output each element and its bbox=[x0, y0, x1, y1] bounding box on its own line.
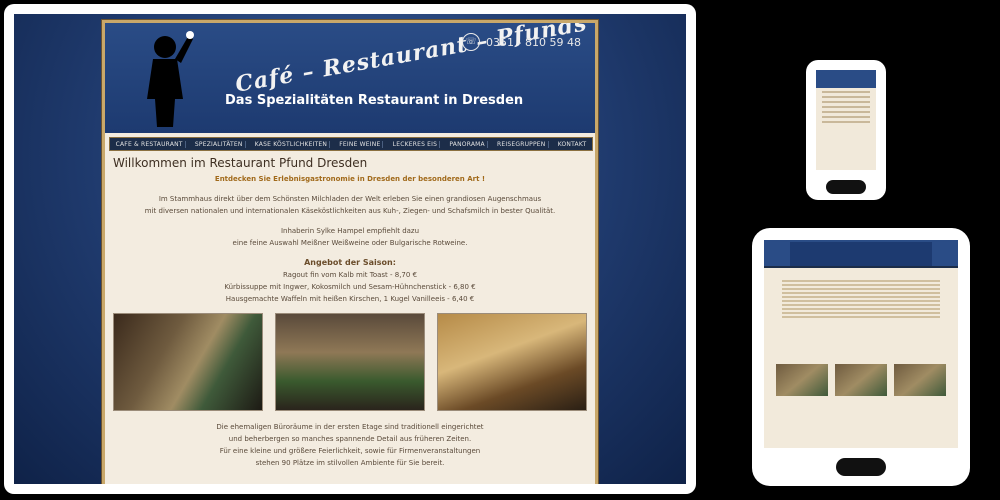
owner-line: eine feine Auswahl Meißner Weißweine ode… bbox=[232, 239, 468, 247]
tablet-text-line bbox=[782, 292, 940, 294]
mobile-text-line bbox=[822, 96, 870, 98]
phone-icon: ☏ bbox=[462, 33, 481, 51]
mobile-text-line bbox=[822, 101, 870, 103]
intro-line: Im Stammhaus direkt über dem Schönsten M… bbox=[158, 195, 542, 203]
season-item: Ragout fin vom Kalb mit Toast - 8,70 € bbox=[282, 271, 418, 279]
nav-item-reisegruppen[interactable]: REISEGRUPPEN bbox=[495, 140, 549, 148]
tablet-text-line bbox=[782, 296, 940, 298]
nav-item-eis[interactable]: LECKERES EIS bbox=[391, 140, 441, 148]
outro-line: Für eine kleine und größere Feierlichkei… bbox=[219, 447, 481, 455]
tablet-text-line bbox=[782, 288, 940, 290]
mobile-text-line bbox=[822, 121, 870, 123]
season-title: Angebot der Saison: bbox=[304, 258, 396, 267]
phone-contact[interactable]: ☏ 0351 - 810 59 48 bbox=[462, 33, 581, 51]
desktop-preview-frame: Café – Restaurant – Pfunds Das Spezialit… bbox=[4, 4, 696, 494]
season-offer: Angebot der Saison: Ragout fin vom Kalb … bbox=[113, 257, 587, 305]
mobile-screen bbox=[816, 70, 876, 170]
tablet-content bbox=[764, 268, 958, 448]
mobile-preview-frame bbox=[806, 60, 886, 200]
tablet-text-line bbox=[782, 304, 940, 306]
tablet-photo bbox=[835, 364, 887, 396]
owner-line: Inhaberin Sylke Hampel empfiehlt dazu bbox=[280, 227, 420, 235]
tablet-text-line bbox=[782, 312, 940, 314]
nav-item-kaese[interactable]: KASE KÖSTLICHKEITEN bbox=[253, 140, 331, 148]
tablet-photo bbox=[894, 364, 946, 396]
nav-item-spezialitaeten[interactable]: SPEZIALITÄTEN bbox=[193, 140, 246, 148]
mobile-header bbox=[816, 70, 876, 88]
nav-item-kontakt[interactable]: KONTAKT bbox=[556, 141, 589, 148]
tablet-text-line bbox=[782, 308, 940, 310]
season-item: Kürbissuppe mit Ingwer, Kokosmilch und S… bbox=[224, 283, 476, 291]
intro-text: Im Stammhaus direkt über dem Schönsten M… bbox=[113, 193, 587, 217]
outro-line: Die ehemaligen Büroräume in der ersten E… bbox=[216, 423, 484, 431]
outro-line: und beherbergen so manches spannende Det… bbox=[228, 435, 472, 443]
phone-number: 0351 - 810 59 48 bbox=[486, 35, 581, 49]
desktop-screen: Café – Restaurant – Pfunds Das Spezialit… bbox=[14, 14, 686, 484]
owner-text: Inhaberin Sylke Hampel empfiehlt dazu ei… bbox=[113, 225, 587, 249]
outro-line: stehen 90 Plätze im stilvollen Ambiente … bbox=[255, 459, 445, 467]
nav-item-weine[interactable]: FEINE WEINE bbox=[337, 140, 384, 148]
page-subtitle: Entdecken Sie Erlebnisgastronomie in Dre… bbox=[214, 175, 486, 183]
tablet-preview-frame bbox=[752, 228, 970, 486]
tablet-photo bbox=[776, 364, 828, 396]
mobile-text-line bbox=[822, 106, 870, 108]
intro-line: mit diversen nationalen und internationa… bbox=[144, 207, 556, 215]
waiter-silhouette-icon bbox=[147, 31, 194, 127]
mobile-text-line bbox=[822, 111, 870, 113]
restaurant-photo-3[interactable] bbox=[437, 313, 587, 411]
tablet-header bbox=[790, 242, 932, 266]
brand-logo-text: Café – Restaurant – Pfunds bbox=[233, 20, 590, 98]
tablet-text-line bbox=[782, 316, 940, 318]
season-item: Hausgemachte Waffeln mit heißen Kirschen… bbox=[225, 295, 475, 303]
nav-item-panorama[interactable]: PANORAMA bbox=[447, 140, 488, 148]
main-content: Willkommen im Restaurant Pfund Dresden E… bbox=[113, 157, 587, 477]
nav-item-cafe-restaurant[interactable]: CAFE & RESTAURANT bbox=[114, 140, 186, 148]
website: Café – Restaurant – Pfunds Das Spezialit… bbox=[102, 20, 598, 484]
tablet-text-line bbox=[782, 300, 940, 302]
page-title: Willkommen im Restaurant Pfund Dresden bbox=[113, 156, 368, 170]
tablet-photo-gallery bbox=[776, 364, 946, 396]
site-header: Café – Restaurant – Pfunds Das Spezialit… bbox=[105, 23, 595, 133]
tablet-text-line bbox=[782, 284, 940, 286]
photo-gallery bbox=[113, 313, 587, 411]
tablet-home-button bbox=[836, 458, 886, 476]
tablet-screen bbox=[764, 240, 958, 448]
restaurant-photo-1[interactable] bbox=[113, 313, 263, 411]
restaurant-photo-2[interactable] bbox=[275, 313, 425, 411]
outro-text: Die ehemaligen Büroräume in der ersten E… bbox=[113, 421, 587, 469]
mobile-text-line bbox=[822, 91, 870, 93]
mobile-home-button bbox=[826, 180, 866, 194]
tablet-text-line bbox=[782, 280, 940, 282]
main-navigation: CAFE & RESTAURANT SPEZIALITÄTEN KASE KÖS… bbox=[109, 137, 593, 151]
mobile-text-line bbox=[822, 116, 870, 118]
tagline: Das Spezialitäten Restaurant in Dresden bbox=[225, 93, 524, 108]
